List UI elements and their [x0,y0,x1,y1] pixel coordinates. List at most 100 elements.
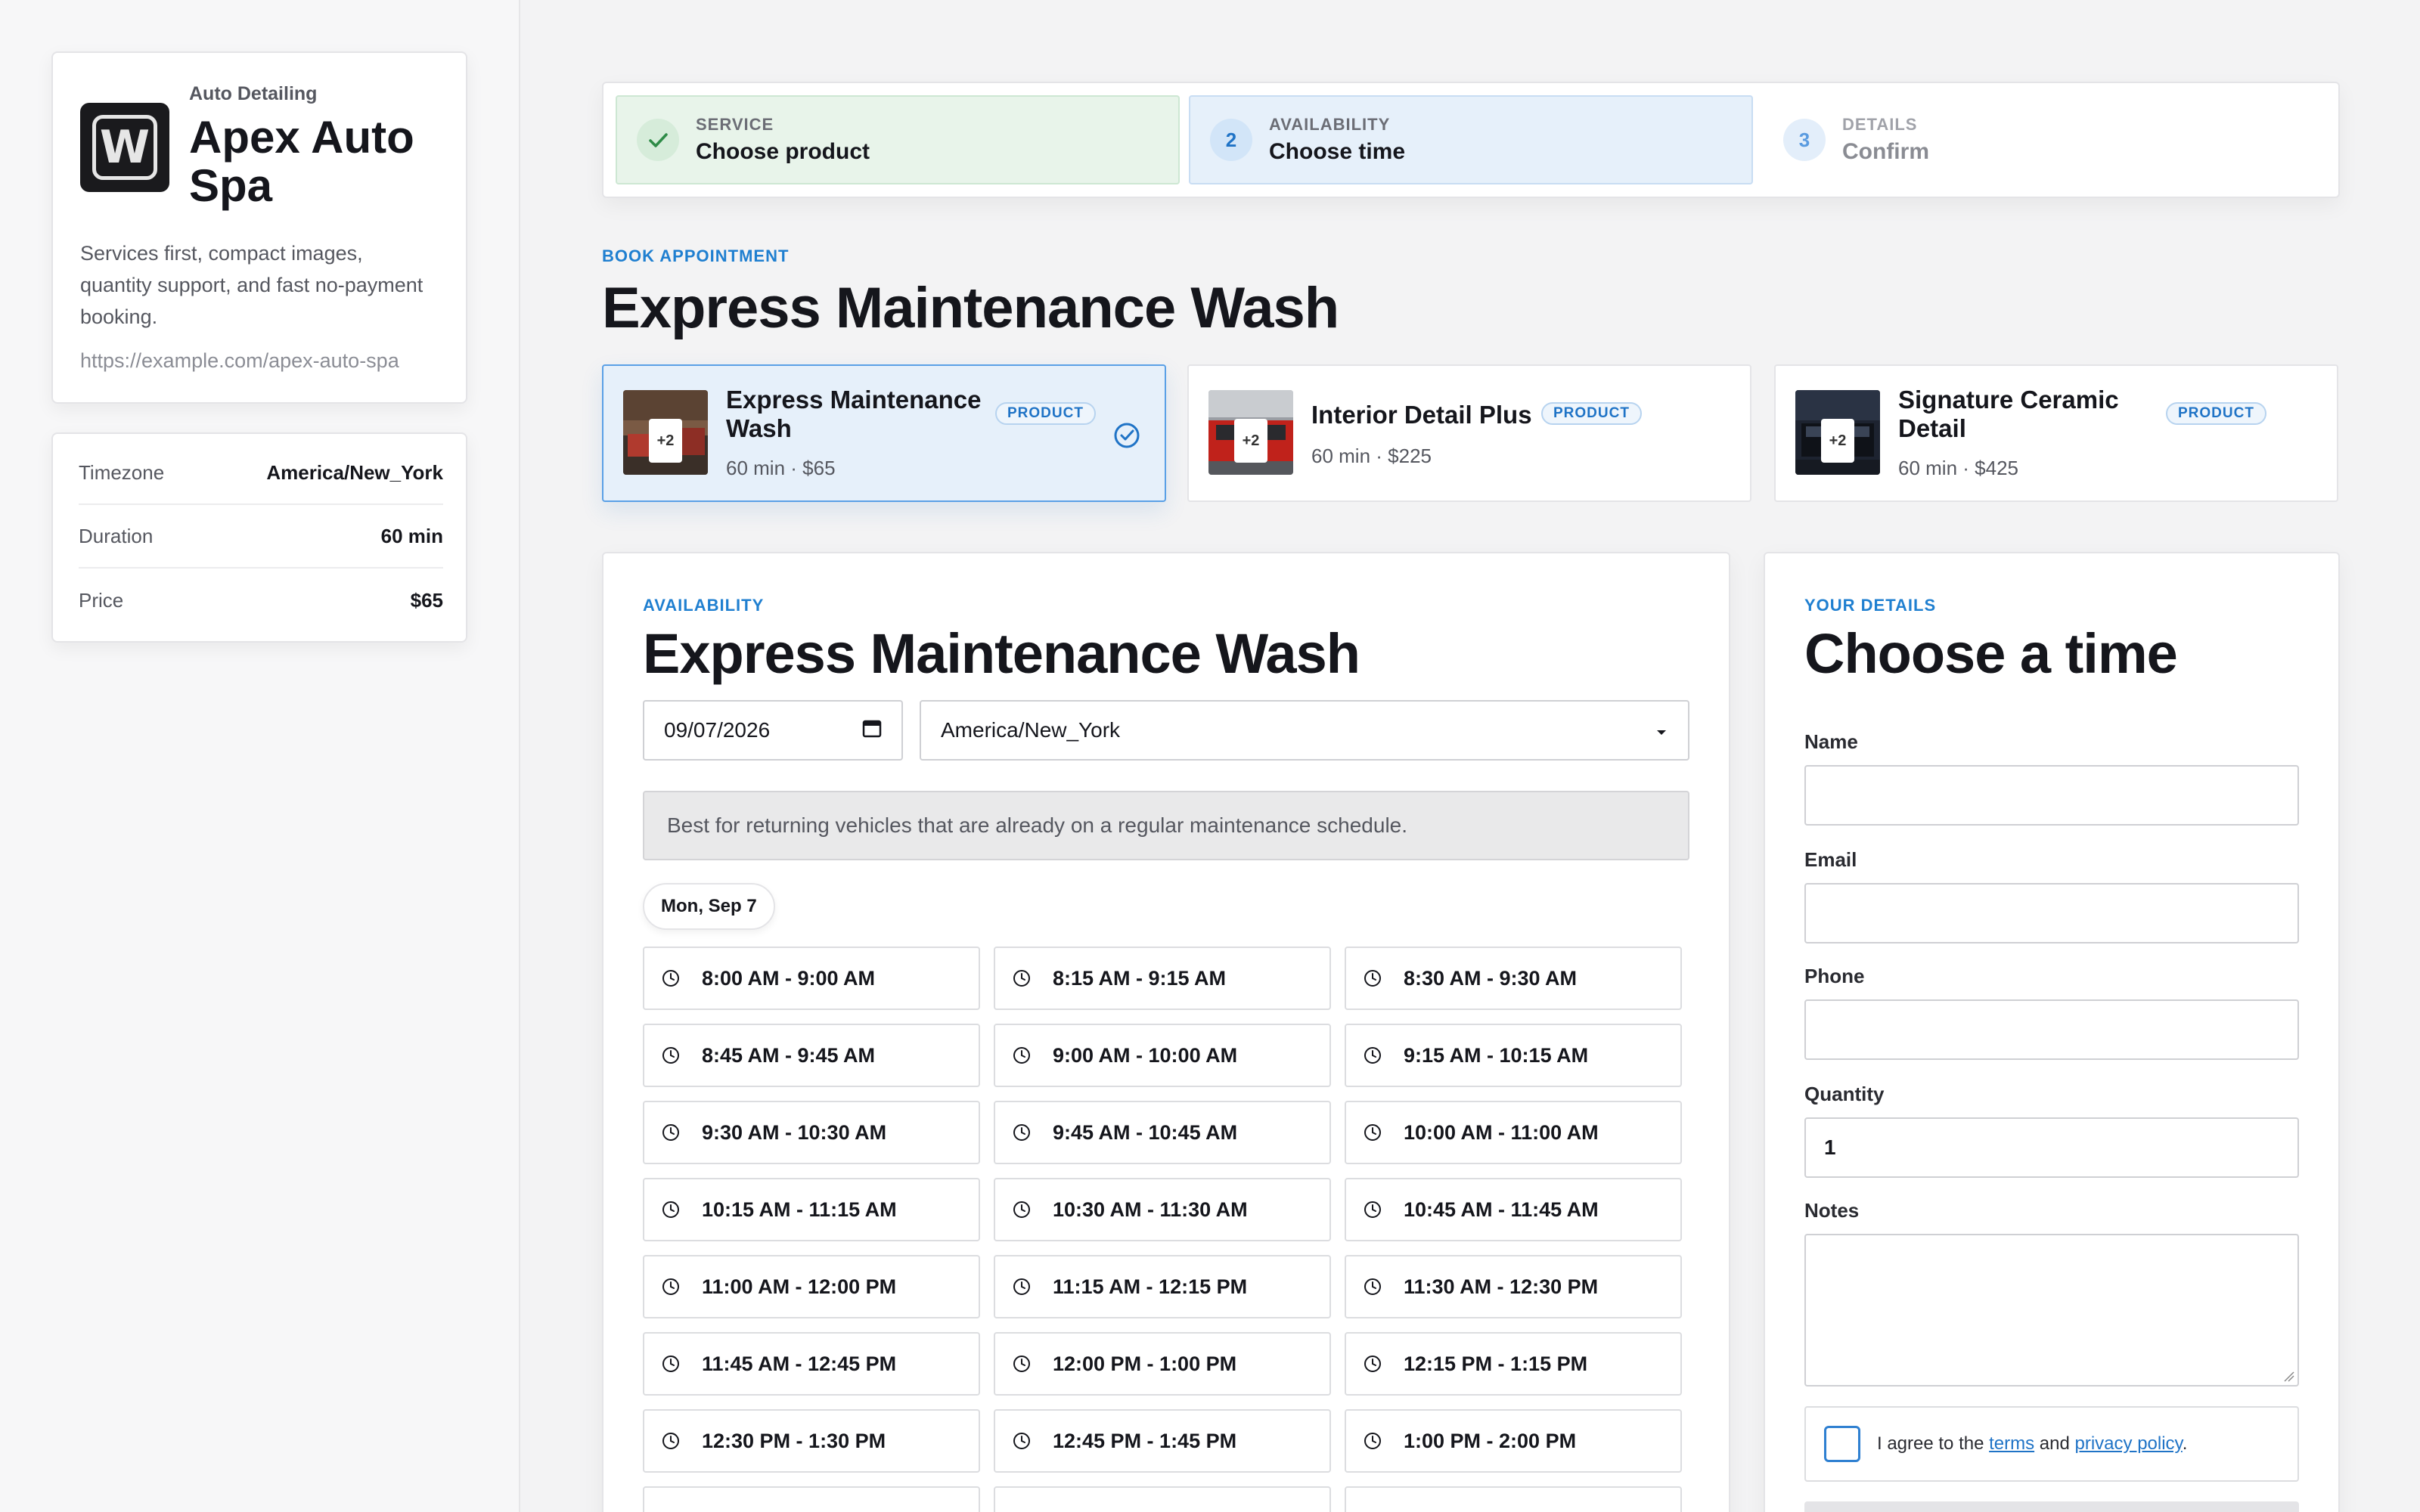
clock-icon [1012,1277,1042,1297]
product-card-signature-ceramic-detail[interactable]: +2 Signature Ceramic Detail 60 min · $42… [1774,364,2338,502]
product-card-interior-detail-plus[interactable]: +2 Interior Detail Plus 60 min · $225 PR… [1187,364,1751,502]
name-field[interactable] [1804,765,2299,826]
clock-icon [661,968,691,988]
time-slot[interactable]: 10:45 AM - 11:45 AM [1345,1178,1682,1241]
time-slot-label: 8:15 AM - 9:15 AM [1053,966,1227,990]
time-slot-label: 10:30 AM - 11:30 AM [1053,1198,1248,1221]
time-slot[interactable]: 11:15 AM - 12:15 PM [994,1255,1331,1318]
time-slot[interactable]: 11:00 AM - 12:00 PM [643,1255,980,1318]
email-field[interactable] [1804,883,2299,943]
step-number: 3 [1783,119,1826,161]
time-slot-label: 8:30 AM - 9:30 AM [1404,966,1578,990]
clock-icon [1012,968,1042,988]
time-slot-label: 9:15 AM - 10:15 AM [1404,1043,1589,1067]
clock-icon [661,1123,691,1142]
name-label: Name [1804,730,1858,753]
agree-prefix: I agree to the [1877,1433,1984,1454]
clock-icon [661,1200,691,1219]
timezone-value: America/New_York [941,718,1121,742]
time-slot[interactable]: 8:30 AM - 9:30 AM [1345,947,1682,1010]
clock-icon [1363,1431,1393,1451]
info-row-timezone: Timezone America/New_York [79,442,443,505]
product-badge: PRODUCT [2166,402,2266,425]
availability-title: Express Maintenance Wash [643,622,1360,685]
time-slot[interactable]: 10:30 AM - 11:30 AM [994,1178,1331,1241]
time-slot[interactable]: 10:15 AM - 11:15 AM [643,1178,980,1241]
time-slot-label: 10:00 AM - 11:00 AM [1404,1120,1599,1144]
time-slot[interactable] [643,1486,980,1512]
availability-kicker: AVAILABILITY [643,596,765,615]
product-name-line: Signature Ceramic [1898,386,2119,414]
time-slot[interactable]: 12:30 PM - 1:30 PM [643,1409,980,1473]
extra-images-count: +2 [1821,419,1854,463]
step-title: Choose product [696,139,870,164]
agree-suffix: . [2182,1433,2188,1454]
time-slot[interactable] [994,1486,1331,1512]
clock-icon [1012,1354,1042,1374]
time-slot[interactable]: 11:30 AM - 12:30 PM [1345,1255,1682,1318]
time-slot-label: 8:00 AM - 9:00 AM [702,966,876,990]
details-kicker: YOUR DETAILS [1804,596,1937,615]
time-slot-label: 12:45 PM - 1:45 PM [1053,1429,1237,1452]
step-details[interactable]: 3 DETAILS Confirm [1762,95,2326,184]
service-description: Best for returning vehicles that are alr… [643,791,1689,860]
time-slot[interactable]: 12:45 PM - 1:45 PM [994,1409,1331,1473]
step-kicker: SERVICE [696,115,774,134]
terms-checkbox[interactable] [1824,1426,1860,1462]
time-slot[interactable]: 8:00 AM - 9:00 AM [643,947,980,1010]
details-panel: YOUR DETAILS Choose a time Name Email Ph… [1764,552,2340,1512]
phone-field[interactable] [1804,999,2299,1060]
time-slot[interactable]: 8:15 AM - 9:15 AM [994,947,1331,1010]
clock-icon [1363,1123,1393,1142]
time-slot-label: 1:00 PM - 2:00 PM [1404,1429,1577,1452]
clock-icon [661,1277,691,1297]
time-slot[interactable]: 1:00 PM - 2:00 PM [1345,1409,1682,1473]
submit-button[interactable] [1804,1501,2299,1512]
extra-images-count: +2 [1234,419,1267,463]
email-label: Email [1804,848,1857,871]
info-label: Price [79,588,124,612]
time-slot[interactable]: 11:45 AM - 12:45 PM [643,1332,980,1396]
clock-icon [1012,1123,1042,1142]
product-card-express-maintenance-wash[interactable]: +2 Express Maintenance Wash 60 min · $65… [602,364,1166,502]
availability-panel: AVAILABILITY Express Maintenance Wash 09… [602,552,1730,1512]
notes-textarea[interactable] [1804,1234,2299,1387]
time-slot[interactable] [1345,1486,1682,1512]
time-slot[interactable]: 9:30 AM - 10:30 AM [643,1101,980,1164]
phone-label: Phone [1804,965,1865,987]
date-input[interactable]: 09/07/2026 [643,700,903,761]
time-slot-label: 11:00 AM - 12:00 PM [702,1275,897,1298]
time-slot[interactable]: 9:15 AM - 10:15 AM [1345,1024,1682,1087]
time-slot-label: 12:30 PM - 1:30 PM [702,1429,886,1452]
step-kicker: AVAILABILITY [1269,115,1391,134]
business-logo: W [80,103,169,192]
privacy-policy-link[interactable]: privacy policy [2075,1433,2183,1454]
resize-handle-icon[interactable] [2282,1370,2294,1382]
business-category: Auto Detailing [189,83,318,104]
logo-letter: W [92,115,157,180]
clock-icon [661,1046,691,1065]
clock-icon [1363,1354,1393,1374]
clock-icon [1363,1277,1393,1297]
product-meta: 60 min · $425 [1898,457,2018,479]
time-slot-label: 11:45 AM - 12:45 PM [702,1352,897,1375]
business-card: W Auto Detailing Apex Auto Spa Services … [51,51,467,404]
selected-check-icon [1113,422,1140,453]
business-url: https://example.com/apex-auto-spa [80,349,399,372]
time-slot[interactable]: 12:15 PM - 1:15 PM [1345,1332,1682,1396]
timezone-select[interactable]: America/New_York [920,700,1689,761]
calendar-icon[interactable] [862,718,882,743]
business-description: Services first, compact images, quantity… [80,242,424,328]
step-number: 2 [1210,119,1252,161]
time-slot[interactable]: 12:00 PM - 1:00 PM [994,1332,1331,1396]
quantity-field[interactable]: 1 [1804,1117,2299,1178]
product-badge: PRODUCT [995,402,1096,425]
step-availability[interactable]: 2 AVAILABILITY Choose time [1189,95,1753,184]
product-thumbnail: +2 [1208,390,1293,475]
time-slot[interactable]: 10:00 AM - 11:00 AM [1345,1101,1682,1164]
time-slot[interactable]: 8:45 AM - 9:45 AM [643,1024,980,1087]
step-service[interactable]: SERVICE Choose product [616,95,1180,184]
time-slot[interactable]: 9:45 AM - 10:45 AM [994,1101,1331,1164]
time-slot[interactable]: 9:00 AM - 10:00 AM [994,1024,1331,1087]
terms-link[interactable]: terms [1989,1433,2034,1454]
